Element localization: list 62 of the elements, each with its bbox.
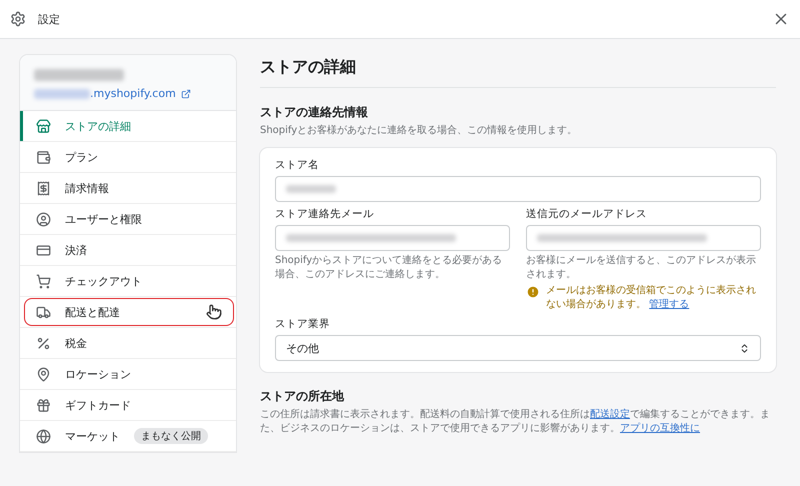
sidebar-label: 請求情報 <box>65 180 109 196</box>
sidebar-item[interactable]: プラン <box>20 142 236 173</box>
window-title: 設定 <box>38 12 61 26</box>
sidebar-item[interactable]: ストアの詳細 <box>20 111 236 142</box>
sidebar-label: マーケット <box>65 428 120 444</box>
cart-icon <box>36 274 51 288</box>
select-caret-icon <box>739 342 750 354</box>
sidebar-label: ロケーション <box>65 366 131 382</box>
sidebar-label: 決済 <box>65 242 87 258</box>
user-icon <box>36 212 51 226</box>
truck-icon <box>36 304 51 320</box>
hand-cursor-icon <box>206 304 222 320</box>
sidebar-item[interactable]: ギフトカード <box>20 390 236 421</box>
sidebar-label: プラン <box>65 150 98 164</box>
section-description: この住所は請求書に表示されます。配送料の自動計算で使用される住所は配送設定で編集することができます。また、ビジネスのロケーションは、ストアで使用できるアプリに影響があります。アプリの互換性に <box>260 408 771 436</box>
store-url-link[interactable]: .myshopify.com <box>90 87 176 100</box>
field-label: ストア業界 <box>275 317 331 331</box>
field-label: ストア連絡先メール <box>275 207 375 221</box>
wallet-icon <box>36 150 51 164</box>
sidebar-item[interactable]: 配送と配達 <box>20 297 236 328</box>
contact-email-field[interactable] <box>275 225 510 251</box>
sidebar-item[interactable]: ロケーション <box>20 359 236 390</box>
sidebar-label: ストアの詳細 <box>65 118 131 134</box>
app-compat-link[interactable]: アプリの互換性に <box>620 423 700 434</box>
warning-icon <box>526 285 540 299</box>
section-title: ストアの連絡先情報 <box>260 104 369 121</box>
sidebar-item[interactable]: 決済 <box>20 235 236 266</box>
sidebar-item[interactable]: 税金 <box>20 328 236 359</box>
sidebar-item[interactable]: ユーザーと権限 <box>20 204 236 235</box>
shipping-settings-link[interactable]: 配送設定 <box>590 409 630 420</box>
external-link-icon <box>180 88 191 98</box>
sidebar-label: ギフトカード <box>65 398 131 412</box>
industry-select[interactable]: その他 <box>275 335 761 361</box>
store-name-field[interactable] <box>275 176 761 202</box>
help-text: お客様にメールを送信すると、このアドレスが表示されます。 <box>526 254 757 282</box>
gift-icon <box>36 398 51 412</box>
receipt-icon <box>36 180 51 196</box>
globe-icon <box>36 428 51 444</box>
sidebar-label: チェックアウト <box>65 274 142 288</box>
sidebar-item[interactable]: チェックアウト <box>20 266 236 297</box>
pin-icon <box>36 366 51 382</box>
field-label: ストア名 <box>275 158 320 172</box>
sidebar-label: 税金 <box>65 336 87 350</box>
store-icon <box>36 118 51 134</box>
sidebar-label: ユーザーと権限 <box>65 212 142 226</box>
field-label: 送信元のメールアドレス <box>526 207 648 221</box>
percent-icon <box>36 336 51 350</box>
status-badge: まもなく公開 <box>134 428 208 444</box>
section-title: ストアの所在地 <box>260 388 345 405</box>
blurred-value <box>286 185 336 193</box>
manage-link[interactable]: 管理する <box>649 299 690 310</box>
card-icon <box>36 242 51 258</box>
blurred-url-text <box>34 88 90 98</box>
page-title: ストアの詳細 <box>260 55 776 88</box>
settings-icon <box>10 11 26 27</box>
sender-email-field[interactable] <box>526 225 761 251</box>
sidebar-item[interactable]: 請求情報 <box>20 173 236 204</box>
section-description: Shopifyとお客様があなたに連絡を取る場合、この情報を使用します。 <box>260 124 578 138</box>
help-text: Shopifyからストアについて連絡をとる必要がある場合、このアドレスにご連絡します。 <box>275 254 504 282</box>
sidebar-item[interactable]: マーケット まもなく公開 <box>20 421 236 452</box>
warning-text: メールはお客様の受信箱でこのように表示されない場合があります。 管理する <box>546 284 757 312</box>
sidebar-label: 配送と配達 <box>65 304 120 320</box>
